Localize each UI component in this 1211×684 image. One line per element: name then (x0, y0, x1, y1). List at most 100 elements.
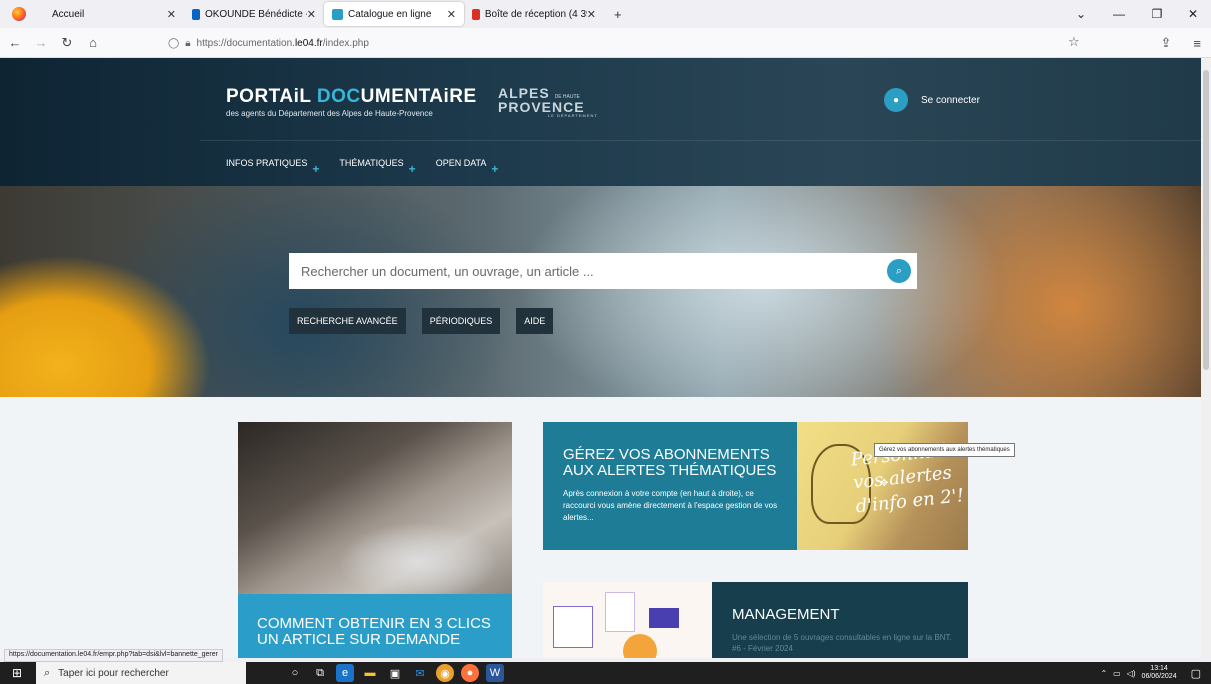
taskbar-search-placeholder: Taper ici pour rechercher (58, 667, 169, 679)
management-card[interactable]: MANAGEMENT Une sélection de 5 ouvrages c… (543, 582, 968, 658)
close-icon[interactable]: ✕ (447, 8, 456, 21)
extensions-icon[interactable]: ⇪ (1161, 35, 1172, 51)
back-icon[interactable]: ← (4, 35, 26, 50)
tab-list-icon[interactable]: ⌄ (1063, 7, 1099, 21)
search-input[interactable] (289, 253, 887, 289)
site-favicon-icon (332, 8, 343, 20)
menu-item-infos-pratiques[interactable]: INFOS PRATIQUES + (226, 158, 319, 176)
status-url: https://documentation.le04.fr/empr.php?t… (4, 649, 223, 662)
tab-gmail[interactable]: Boîte de réception (4 396) - bolc ✕ (464, 2, 604, 26)
task-view-icon[interactable]: ⧉ (311, 664, 329, 682)
brand-accent: DOC (316, 86, 361, 107)
close-window-icon[interactable]: ✕ (1175, 7, 1211, 21)
laptop-photo (238, 422, 512, 594)
outlook-icon (192, 8, 200, 20)
tab-accueil[interactable]: Accueil ✕ (44, 2, 184, 26)
windows-start-icon[interactable]: ⊞ (6, 662, 28, 684)
url-prefix: https://documentation. (196, 37, 295, 49)
envelope-icon (649, 608, 679, 628)
network-icon[interactable]: ▭ (1113, 669, 1121, 678)
navigation-bar: ← → ↻ ⌂ ◯ 🔒︎ https://documentation. le04.… (0, 28, 1211, 58)
scrollbar-thumb[interactable] (1203, 70, 1209, 370)
tab-catalogue[interactable]: Catalogue en ligne ✕ (324, 2, 464, 26)
home-icon[interactable]: ⌂ (82, 35, 104, 50)
windows-taskbar: ⊞ ⌕ Taper ici pour rechercher ○ ⧉ e ▬ ▣ … (0, 662, 1211, 684)
word-icon[interactable]: W (486, 664, 504, 682)
store-icon[interactable]: ▣ (386, 664, 404, 682)
shield-icon: ◯ (168, 37, 180, 49)
firefox-taskbar-icon[interactable]: ● (461, 664, 479, 682)
menu-item-thematiques[interactable]: THÉMATIQUES + (339, 158, 415, 176)
management-card-title: MANAGEMENT (732, 606, 840, 623)
url-bar[interactable]: ◯ 🔒︎ https://documentation. le04.fr/index… (168, 32, 1088, 54)
site-brand-subtitle: des agents du Département des Alpes de H… (226, 109, 433, 118)
search-links: RECHERCHE AVANCÉE PÉRIODIQUES AIDE (289, 308, 554, 334)
tab-title: Accueil (52, 8, 85, 20)
move-cursor-icon: ✥ (880, 478, 889, 489)
login-button[interactable]: ● Se connecter (884, 88, 980, 112)
file-explorer-icon[interactable]: ▬ (361, 664, 379, 682)
cortana-icon[interactable]: ○ (286, 664, 304, 682)
user-icon: ● (884, 88, 908, 112)
brand-part: PORTAiL (226, 86, 317, 107)
url-path: /index.php (322, 37, 369, 49)
tab-title: Boîte de réception (4 396) - bolc (484, 8, 587, 20)
plus-icon: + (491, 162, 499, 176)
tab-title: Catalogue en ligne (348, 8, 432, 20)
management-illustration (543, 582, 712, 658)
tab-outlook[interactable]: OKOUNDE Bénédicte - Outlook ✕ (184, 2, 324, 26)
site-brand-title[interactable]: PORTAiL DOCUMENTAiRE (226, 86, 477, 108)
page-scrollbar[interactable] (1201, 58, 1211, 658)
taskbar-search[interactable]: ⌕ Taper ici pour rechercher (36, 662, 246, 684)
firefox-icon[interactable] (12, 7, 26, 21)
clock[interactable]: 13:14 06/06/2024 (1142, 665, 1177, 680)
header-divider (200, 140, 1201, 141)
browser-tab-bar: Accueil ✕ OKOUNDE Bénédicte - Outlook ✕ … (0, 0, 1211, 28)
chrome-icon[interactable]: ◉ (436, 664, 454, 682)
alerts-card-title: GÉREZ VOS ABONNEMENTS AUX ALERTES THÉMAT… (563, 446, 777, 479)
document-icon (553, 606, 593, 648)
advanced-search-button[interactable]: RECHERCHE AVANCÉE (289, 308, 406, 334)
tab-title: OKOUNDE Bénédicte - Outlook (204, 8, 307, 20)
minimize-icon[interactable]: — (1099, 7, 1139, 21)
menu-item-open-data[interactable]: OPEN DATA + (435, 158, 499, 176)
mail-icon[interactable]: ✉ (411, 664, 429, 682)
close-icon[interactable]: ✕ (307, 8, 316, 21)
new-tab-icon[interactable]: + (614, 7, 622, 22)
article-request-card[interactable]: COMMENT OBTENIR EN 3 CLICS UN ARTICLE SU… (238, 422, 512, 658)
search-icon[interactable]: ⌕ (887, 259, 911, 283)
close-icon[interactable]: ✕ (167, 8, 176, 21)
periodicals-button[interactable]: PÉRIODIQUES (421, 308, 501, 334)
taskbar-apps: ○ ⧉ e ▬ ▣ ✉ ◉ ● W (286, 664, 504, 682)
menu-icon[interactable]: ≡ (1193, 36, 1201, 51)
forward-icon[interactable]: → (30, 35, 52, 50)
menu-item-label: OPEN DATA (435, 158, 487, 168)
menu-item-label: THÉMATIQUES (339, 158, 404, 168)
document-icon (605, 592, 635, 632)
plus-icon: + (312, 162, 320, 176)
logo-line: PROVENCE (498, 99, 585, 115)
edge-icon[interactable]: e (336, 664, 354, 682)
help-button[interactable]: AIDE (516, 308, 554, 334)
plus-icon: + (408, 162, 416, 176)
alerts-card[interactable]: GÉREZ VOS ABONNEMENTS AUX ALERTES THÉMAT… (543, 422, 968, 550)
login-label: Se connecter (921, 94, 980, 106)
close-icon[interactable]: ✕ (587, 8, 596, 21)
chevron-up-icon[interactable]: ⌃ (1100, 669, 1107, 678)
brand-part: UMENTAiRE (360, 86, 477, 107)
window-controls: ⌄ — ❐ ✕ (1063, 0, 1211, 28)
notification-icon[interactable]: ▢ (1191, 667, 1201, 680)
department-logo: ALPES DE HAUTE PROVENCE LE DÉPARTEMENT (498, 86, 598, 118)
alerts-tooltip: Gérez vos abonnements aux alertes thémat… (874, 443, 1015, 457)
article-request-title: COMMENT OBTENIR EN 3 CLICS UN ARTICLE SU… (257, 615, 491, 648)
nav-right-tools: ⇪ ≡ (1161, 28, 1202, 58)
bookmark-star-icon[interactable]: ☆ (1068, 34, 1080, 50)
reload-icon[interactable]: ↻ (56, 35, 78, 51)
lock-icon: 🔒︎ (185, 37, 191, 49)
system-tray: ⌃ ▭ ◁) 13:14 06/06/2024 ▢ (1100, 662, 1201, 684)
speaker-icon[interactable]: ◁) (1127, 669, 1136, 678)
gmail-icon (472, 8, 480, 20)
main-menu: INFOS PRATIQUES + THÉMATIQUES + OPEN DATA + (226, 158, 499, 176)
restore-icon[interactable]: ❐ (1139, 7, 1175, 21)
person-icon (623, 634, 657, 658)
